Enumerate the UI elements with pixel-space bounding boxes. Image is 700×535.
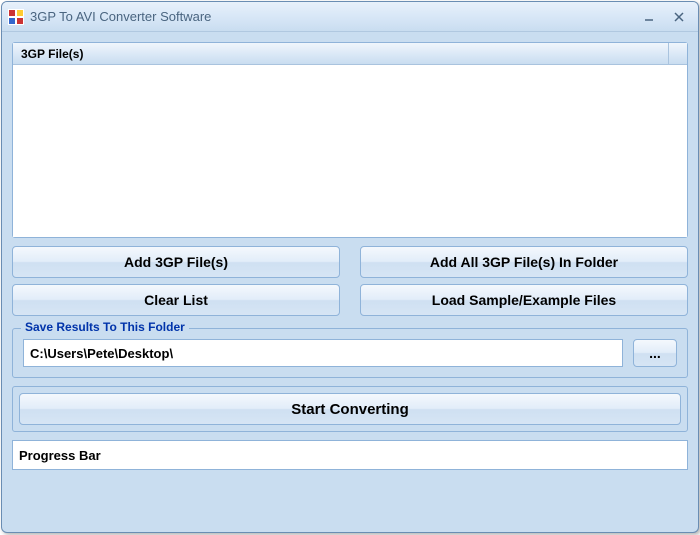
start-panel: Start Converting [12,386,688,432]
minimize-button[interactable] [634,7,664,27]
titlebar[interactable]: 3GP To AVI Converter Software [2,2,698,32]
app-icon [8,9,24,25]
clear-list-button[interactable]: Clear List [12,284,340,316]
browse-button[interactable]: ... [633,339,677,367]
window-controls [634,7,694,27]
load-sample-button[interactable]: Load Sample/Example Files [360,284,688,316]
file-list-panel: 3GP File(s) [12,42,688,238]
save-folder-legend: Save Results To This Folder [21,320,189,334]
progress-bar: Progress Bar [12,440,688,470]
button-grid: Add 3GP File(s) Add All 3GP File(s) In F… [12,246,688,316]
start-converting-button[interactable]: Start Converting [19,393,681,425]
add-files-button[interactable]: Add 3GP File(s) [12,246,340,278]
file-list[interactable] [13,65,687,237]
path-row: ... [23,339,677,367]
list-column-header[interactable]: 3GP File(s) [13,43,669,64]
add-folder-button[interactable]: Add All 3GP File(s) In Folder [360,246,688,278]
content-area: 3GP File(s) Add 3GP File(s) Add All 3GP … [2,32,698,532]
list-column-spacer [669,43,687,64]
save-folder-section: Save Results To This Folder ... [12,328,688,378]
app-window: 3GP To AVI Converter Software 3GP File(s… [1,1,699,533]
progress-label: Progress Bar [19,448,101,463]
window-title: 3GP To AVI Converter Software [30,9,634,24]
save-path-input[interactable] [23,339,623,367]
close-button[interactable] [664,7,694,27]
list-header: 3GP File(s) [13,43,687,65]
